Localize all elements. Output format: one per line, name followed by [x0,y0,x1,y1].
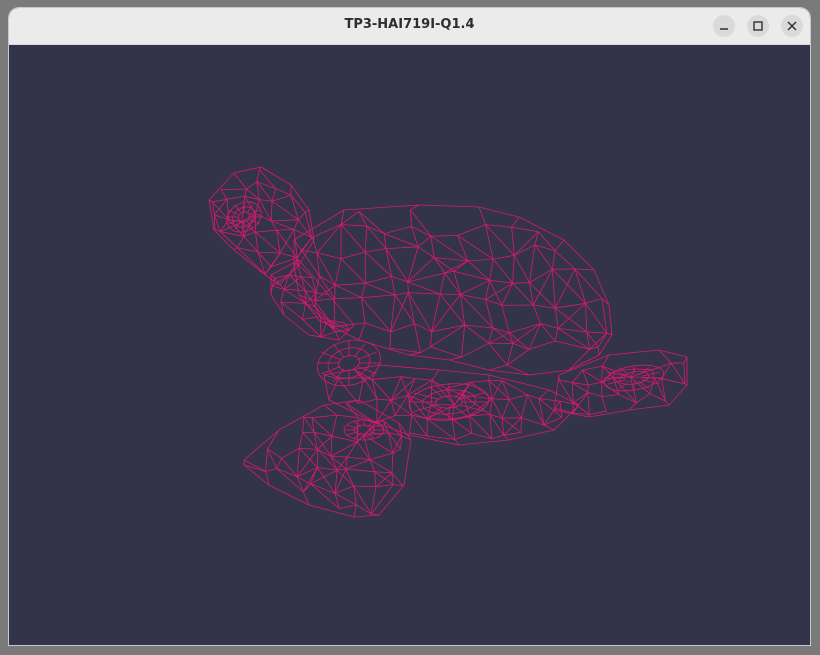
minimize-icon [720,28,728,30]
minimize-button[interactable] [713,15,735,37]
window-title: TP3-HAI719I-Q1.4 [344,17,475,32]
turtle-wireframe [208,166,688,518]
app-window: TP3-HAI719I-Q1.4 [9,8,810,645]
maximize-icon [753,21,763,31]
close-icon [787,21,797,31]
maximize-button[interactable] [747,15,769,37]
opengl-viewport[interactable] [9,45,810,645]
title-bar[interactable]: TP3-HAI719I-Q1.4 [9,8,810,45]
close-button[interactable] [781,15,803,37]
